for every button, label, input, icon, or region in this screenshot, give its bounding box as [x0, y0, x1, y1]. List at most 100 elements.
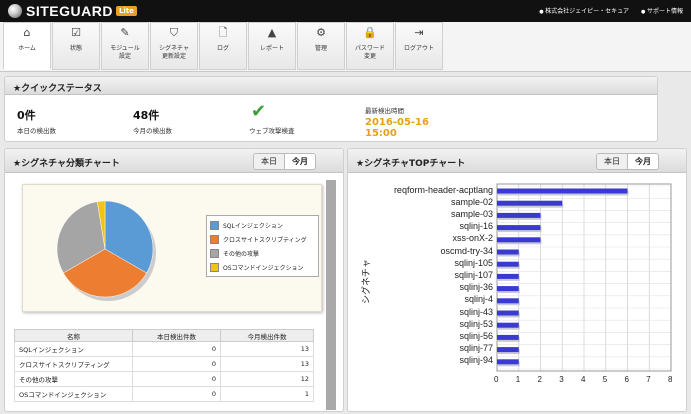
tab-label: パスワード 変更 [354, 45, 385, 60]
pie-chart-area: SQLインジェクションクロスサイトスクリプティングその他の攻撃 OSコマンドインジ… [22, 184, 322, 312]
bar-category-label: reqform-header-acptlang [393, 184, 493, 195]
legend-swatch [210, 262, 219, 272]
y-axis-label: シグネチャ [361, 259, 371, 304]
tab-label: レポート [259, 45, 284, 52]
legend-swatch [210, 248, 219, 258]
tab-3[interactable]: ⛉ シグネチャ 更新設定 [150, 22, 198, 70]
table-row: その他の攻撃 0 12 [14, 371, 314, 387]
table-row: OSコマンドインジェクション 0 1 [14, 386, 314, 402]
check-icon: ✔ [251, 101, 267, 122]
lock-icon: 🔒 [363, 26, 377, 39]
cell-name: SQLインジェクション [14, 341, 133, 357]
tab-label: ログ [216, 45, 229, 52]
shield-icon: ⛉ [169, 26, 179, 39]
bar[interactable] [497, 298, 519, 304]
legend-label: その他の攻撃 [223, 250, 260, 258]
top-today-button[interactable]: 本日 [597, 154, 627, 169]
bar[interactable] [497, 347, 519, 353]
bar-category-label: sqlinj-53 [459, 318, 493, 329]
legend-label: SQLインジェクション [223, 222, 283, 230]
top-month-button[interactable]: 今月 [627, 154, 658, 169]
col-name: 名称 [14, 329, 133, 342]
cell-today: 0 [132, 341, 221, 357]
month-label: 今月の検出数 [133, 127, 172, 135]
bar-category-label: sqlinj-16 [459, 221, 493, 232]
cell-name: その他の攻撃 [14, 371, 133, 387]
month-stat: 48件 今月の検出数 [133, 107, 172, 135]
cell-today: 0 [132, 356, 221, 372]
legend-item: OSコマンドインジェクション [210, 260, 315, 274]
waf-label: ウェブ攻撃検査 [249, 127, 295, 135]
bar-category-label: sample-03 [450, 208, 493, 219]
today-label: 本日の検出数 [17, 127, 56, 135]
cell-month: 13 [220, 341, 314, 357]
brand-name: SITEGUARD [26, 3, 113, 19]
edition-badge: Lite [115, 6, 137, 16]
tab-4[interactable]: 🗋 ログ [199, 22, 247, 70]
tab-2[interactable]: ✎ モジュール 設定 [101, 22, 149, 70]
x-tick-label: 7 [646, 375, 651, 384]
col-today: 本日検出件数 [132, 329, 221, 342]
tab-7[interactable]: 🔒 パスワード 変更 [346, 22, 394, 70]
tab-5[interactable]: ▲ レポート [248, 22, 296, 70]
support-link[interactable]: サポート情報 [641, 6, 683, 15]
col-month: 今月検出件数 [220, 329, 314, 342]
logo-mark-icon [8, 4, 22, 18]
bar-category-label: sqlinj-77 [459, 343, 493, 354]
quick-status-title: ★クイックステータス [5, 77, 657, 95]
last-detected-date: 2016-05-16 [365, 117, 429, 128]
bar[interactable] [497, 200, 563, 206]
bar[interactable] [497, 273, 519, 279]
cell-name: クロスサイトスクリプティング [14, 356, 133, 372]
signature-bar-chart: reqform-header-acptlang sample-02 sample-0… [347, 172, 687, 412]
bar-category-label: sqlinj-43 [459, 306, 493, 317]
area-chart-icon: ▲ [267, 26, 277, 39]
bar[interactable] [497, 188, 628, 194]
table-row: クロスサイトスクリプティング 0 13 [14, 356, 314, 372]
main-nav-tabs: ⌂ ホーム ☑ 状態 ✎ モジュール 設定 ⛉ シグネチャ 更新設定 🗋 ログ ▲ レポート ⚙ 管理 🔒 パ… [0, 22, 691, 72]
scrollbar[interactable] [326, 180, 336, 410]
legend-item: クロスサイトスクリプティング [210, 232, 315, 246]
bar[interactable] [497, 225, 541, 231]
company-link[interactable]: 株式会社ジェイピー・セキュア [539, 6, 629, 15]
bar[interactable] [497, 359, 519, 365]
cell-month: 1 [220, 386, 314, 402]
top-period-toggle: 本日 今月 [596, 153, 659, 170]
x-tick-label: 5 [602, 375, 608, 384]
bar[interactable] [497, 237, 541, 243]
x-tick-label: 4 [581, 375, 586, 384]
today-count: 0件 [17, 109, 36, 122]
home-icon: ⌂ [23, 26, 31, 39]
bar-category-label: sqlinj-94 [459, 355, 493, 366]
cell-today: 0 [132, 386, 221, 402]
bar[interactable] [497, 261, 519, 267]
document-icon: 🗋 [218, 26, 228, 39]
logo: SITEGUARD Lite [8, 3, 137, 19]
bar[interactable] [497, 310, 519, 316]
quick-status-panel: ★クイックステータス 0件 本日の検出数 48件 今月の検出数 ✔ ウェブ攻撃検… [4, 76, 658, 142]
cell-month: 13 [220, 356, 314, 372]
last-detected: 最新検出時間 2016-05-16 15:00 [365, 105, 429, 139]
category-month-button[interactable]: 今月 [284, 154, 315, 169]
x-tick-label: 6 [624, 375, 629, 384]
tab-8[interactable]: ⇥ ログアウト [395, 22, 443, 70]
tab-1[interactable]: ☑ 状態 [52, 22, 100, 70]
tab-0[interactable]: ⌂ ホーム [3, 22, 51, 70]
bar[interactable] [497, 286, 519, 292]
tab-label: 管理 [314, 45, 327, 52]
today-stat: 0件 本日の検出数 [17, 107, 56, 135]
bar[interactable] [497, 322, 519, 328]
category-today-button[interactable]: 本日 [254, 154, 284, 169]
tab-label: シグネチャ 更新設定 [159, 45, 189, 60]
tab-6[interactable]: ⚙ 管理 [297, 22, 345, 70]
checkbox-icon: ☑ [71, 26, 81, 39]
x-tick-label: 3 [559, 375, 564, 384]
category-table: 名称 本日検出件数 今月検出件数 SQLインジェクション 0 13 クロスサイトスクリ… [14, 329, 314, 402]
bar-category-label: sample-02 [450, 196, 493, 207]
legend-label: OSコマンドインジェクション [223, 264, 304, 272]
bar[interactable] [497, 212, 541, 218]
gear-icon: ⚙ [316, 26, 326, 39]
last-detected-time: 15:00 [365, 128, 397, 139]
bar[interactable] [497, 249, 519, 255]
bar[interactable] [497, 334, 519, 340]
